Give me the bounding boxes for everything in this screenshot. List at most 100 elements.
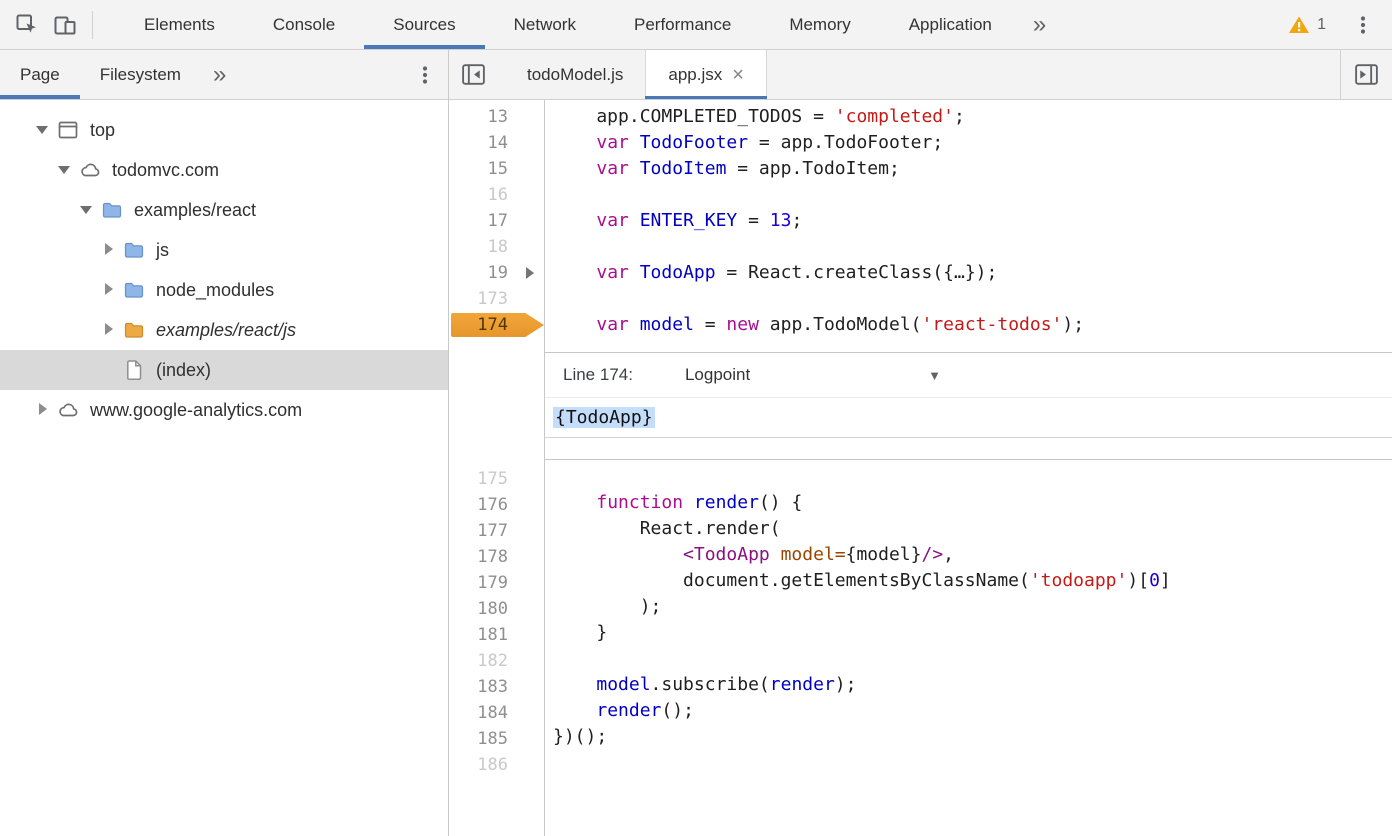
toggle-device-toolbar-button[interactable] (46, 6, 84, 44)
line-number-177[interactable]: 177 (449, 518, 544, 544)
panel-left-collapse-icon (460, 61, 487, 88)
line-number-173[interactable]: 173 (449, 286, 544, 312)
tab-memory[interactable]: Memory (760, 0, 879, 49)
code-line-14[interactable]: var TodoFooter = app.TodoFooter; (545, 130, 1392, 156)
code-line-18[interactable] (545, 234, 1392, 260)
line-number-19[interactable]: 19 (449, 260, 544, 286)
line-number-13[interactable]: 13 (449, 104, 544, 130)
tree-item-examples-react[interactable]: examples/react (0, 190, 448, 230)
code-line-15[interactable]: var TodoItem = app.TodoItem; (545, 156, 1392, 182)
triangle-right-icon[interactable] (100, 321, 118, 339)
breakpoint-type-select[interactable]: Logpoint ▼ (685, 365, 941, 385)
open-file-tabs: todoModel.jsapp.jsx× (505, 50, 767, 99)
code-line-16[interactable] (545, 182, 1392, 208)
tree-item-todomvc-com[interactable]: todomvc.com (0, 150, 448, 190)
line-number-179[interactable]: 179 (449, 570, 544, 596)
code-fold-arrow-icon[interactable] (526, 267, 534, 279)
close-tab-icon[interactable]: × (732, 65, 744, 85)
line-number-183[interactable]: 183 (449, 674, 544, 700)
logpoint-condition-text: {TodoApp} (553, 407, 655, 428)
code-line-173[interactable] (545, 286, 1392, 312)
line-number-184[interactable]: 184 (449, 700, 544, 726)
line-number-178[interactable]: 178 (449, 544, 544, 570)
code-line-174[interactable]: var model = new app.TodoModel('react-tod… (545, 312, 1392, 338)
code-line-184[interactable]: render(); (545, 698, 1392, 724)
line-number-175[interactable]: 175 (449, 466, 544, 492)
code-line-183[interactable]: model.subscribe(render); (545, 672, 1392, 698)
folder-blue-icon (121, 277, 147, 303)
code-line-185[interactable]: })(); (545, 724, 1392, 750)
code-line-179[interactable]: document.getElementsByClassName('todoapp… (545, 568, 1392, 594)
code-line-176[interactable]: function render() { (545, 490, 1392, 516)
file-tab-todomodel-js[interactable]: todoModel.js (505, 50, 645, 99)
triangle-right-icon[interactable] (100, 241, 118, 259)
triangle-right-icon[interactable] (100, 281, 118, 299)
tab-network[interactable]: Network (485, 0, 605, 49)
navigator-tab-strip: PageFilesystem » (0, 50, 448, 100)
inspect-element-button[interactable] (8, 6, 46, 44)
navigator-tab-page[interactable]: Page (0, 50, 80, 99)
file-tab-app-jsx[interactable]: app.jsx× (645, 50, 767, 99)
navigator-menu-button[interactable] (406, 56, 444, 94)
line-number-17[interactable]: 17 (449, 208, 544, 234)
line-number-186[interactable]: 186 (449, 752, 544, 778)
panel-right-expand-icon (1353, 61, 1380, 88)
tab-application[interactable]: Application (880, 0, 1021, 49)
triangle-down-icon[interactable] (34, 121, 52, 139)
logpoint-badge-line-174[interactable]: 174 (449, 312, 544, 338)
gutter-widget-spacer (449, 338, 544, 466)
tree-item-node-modules[interactable]: node_modules (0, 270, 448, 310)
line-number-14[interactable]: 14 (449, 130, 544, 156)
kebab-menu-icon (1351, 13, 1375, 37)
tab-elements[interactable]: Elements (115, 0, 244, 49)
hide-navigator-button[interactable] (449, 50, 497, 99)
triangle-right-icon[interactable] (34, 401, 52, 419)
code-line-19[interactable]: var TodoApp = React.createClass({…}); (545, 260, 1392, 286)
navigator-tab-filesystem[interactable]: Filesystem (80, 50, 201, 99)
tree-item-www-google-analytics-com[interactable]: www.google-analytics.com (0, 390, 448, 430)
console-warning-badge[interactable]: 1 (1287, 13, 1326, 37)
code-line-180[interactable]: ); (545, 594, 1392, 620)
source-code-editor[interactable]: 13141516171819173174 1751761771781791801… (449, 100, 1392, 836)
more-navigator-tabs-button[interactable]: » (201, 63, 238, 87)
code-line-177[interactable]: React.render( (545, 516, 1392, 542)
line-number-16[interactable]: 16 (449, 182, 544, 208)
line-number-185[interactable]: 185 (449, 726, 544, 752)
line-number-182[interactable]: 182 (449, 648, 544, 674)
devtools-main-toolbar: ElementsConsoleSourcesNetworkPerformance… (0, 0, 1392, 50)
code-line-186[interactable] (545, 750, 1392, 776)
tab-performance[interactable]: Performance (605, 0, 760, 49)
sources-navigator-panel: PageFilesystem » top todomvc.com examples/… (0, 50, 449, 836)
code-line-13[interactable]: app.COMPLETED_TODOS = 'completed'; (545, 104, 1392, 130)
devtools-menu-button[interactable] (1344, 6, 1382, 44)
code-line-175[interactable] (545, 464, 1392, 490)
line-number-176[interactable]: 176 (449, 492, 544, 518)
tab-console[interactable]: Console (244, 0, 364, 49)
tree-item-label: examples/react/js (156, 320, 296, 341)
panel-tab-strip: ElementsConsoleSourcesNetworkPerformance… (115, 0, 1021, 49)
tree-item-top[interactable]: top (0, 110, 448, 150)
toolbar-divider (92, 11, 93, 39)
code-column[interactable]: app.COMPLETED_TODOS = 'completed'; var T… (545, 100, 1392, 836)
code-line-182[interactable] (545, 646, 1392, 672)
logpoint-condition-input[interactable]: {TodoApp} (545, 397, 1392, 438)
line-number-18[interactable]: 18 (449, 234, 544, 260)
tab-sources[interactable]: Sources (364, 0, 484, 49)
triangle-down-icon[interactable] (78, 201, 96, 219)
tree-item-js[interactable]: js (0, 230, 448, 270)
tree-item-label: todomvc.com (112, 160, 219, 181)
devtools-window: ElementsConsoleSourcesNetworkPerformance… (0, 0, 1392, 836)
folder-orange-icon (121, 317, 147, 343)
code-line-17[interactable]: var ENTER_KEY = 13; (545, 208, 1392, 234)
show-debugger-sidebar-button[interactable] (1340, 50, 1392, 99)
tree-item-index[interactable]: (index) (0, 350, 448, 390)
code-line-181[interactable]: } (545, 620, 1392, 646)
line-number-181[interactable]: 181 (449, 622, 544, 648)
triangle-down-icon[interactable] (56, 161, 74, 179)
line-number-15[interactable]: 15 (449, 156, 544, 182)
line-number-gutter[interactable]: 13141516171819173174 1751761771781791801… (449, 100, 545, 836)
more-panels-button[interactable]: » (1021, 13, 1058, 37)
line-number-180[interactable]: 180 (449, 596, 544, 622)
code-line-178[interactable]: <TodoApp model={model}/>, (545, 542, 1392, 568)
tree-item-examples-react-js[interactable]: examples/react/js (0, 310, 448, 350)
